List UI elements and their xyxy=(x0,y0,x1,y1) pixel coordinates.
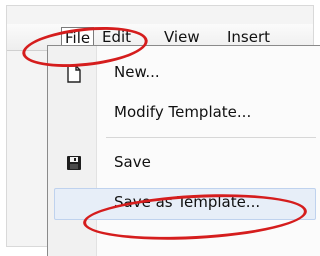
menu-item-save-as-template-label: Save as Template... xyxy=(114,193,261,211)
save-floppy-icon xyxy=(66,155,82,171)
menu-insert[interactable]: Insert xyxy=(227,27,270,47)
file-dropdown-menu: New... Modify Template... Save Save as T… xyxy=(47,45,320,256)
menu-edit[interactable]: Edit xyxy=(102,27,131,47)
new-document-icon xyxy=(66,65,82,83)
menu-edit-label: Edit xyxy=(102,28,132,46)
menu-item-save-label: Save xyxy=(114,153,151,171)
menu-item-modify-template[interactable]: Modify Template... xyxy=(48,98,320,128)
menu-item-save-as-template[interactable]: Save as Template... xyxy=(48,188,320,220)
menu-view-label: View xyxy=(164,28,200,46)
menu-item-modify-template-label: Modify Template... xyxy=(114,103,252,121)
menu-separator xyxy=(106,137,316,138)
menu-item-new[interactable]: New... xyxy=(48,58,320,88)
menu-insert-label: Insert xyxy=(227,28,271,46)
menu-view[interactable]: View xyxy=(164,27,200,47)
menu-item-save[interactable]: Save xyxy=(48,148,320,178)
menu-item-new-label: New... xyxy=(114,63,160,81)
